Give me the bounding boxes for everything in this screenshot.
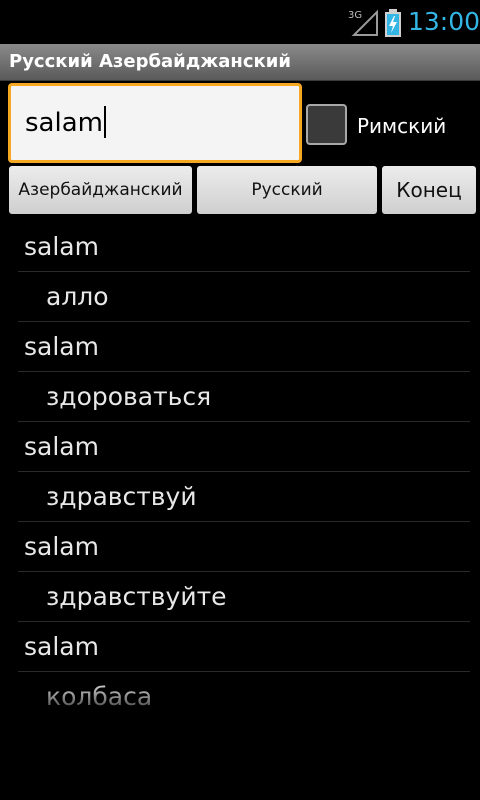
end-button[interactable]: Конец — [382, 166, 476, 214]
battery-charging-icon — [385, 9, 401, 37]
signal-icon: 3G — [348, 9, 378, 36]
title-bar: Русский Азербайджанский — [0, 44, 480, 81]
app-title: Русский Азербайджанский — [9, 51, 291, 72]
result-translation[interactable]: здороваться — [18, 372, 470, 422]
romanized-checkbox[interactable] — [306, 104, 347, 145]
romanized-label: Римский — [357, 114, 447, 138]
result-word[interactable]: salam — [18, 322, 470, 372]
result-translation[interactable]: колбаса — [18, 672, 470, 722]
search-input-value: salam — [25, 86, 106, 160]
result-translation[interactable]: здравствуй — [18, 472, 470, 522]
result-word[interactable]: salam — [18, 522, 470, 572]
status-clock: 13:00 — [408, 7, 480, 36]
search-input[interactable]: salam — [8, 83, 302, 163]
result-translation[interactable]: здравствуйте — [18, 572, 470, 622]
text-caret — [103, 105, 106, 138]
status-bar: 3G 13:00 — [0, 0, 480, 44]
result-translation[interactable]: алло — [18, 272, 470, 322]
russian-button[interactable]: Русский — [197, 166, 377, 214]
result-word[interactable]: salam — [18, 422, 470, 472]
azerbaijani-button[interactable]: Азербайджанский — [9, 166, 192, 214]
app-screen: 3G 13:00 Русский Азербайджанский salam Р… — [0, 0, 480, 800]
result-word[interactable]: salam — [18, 622, 470, 672]
result-word[interactable]: salam — [18, 222, 470, 272]
network-type: 3G — [348, 10, 362, 21]
results-list[interactable]: salam алло salam здороваться salam здрав… — [18, 222, 470, 722]
search-text: salam — [25, 108, 103, 138]
